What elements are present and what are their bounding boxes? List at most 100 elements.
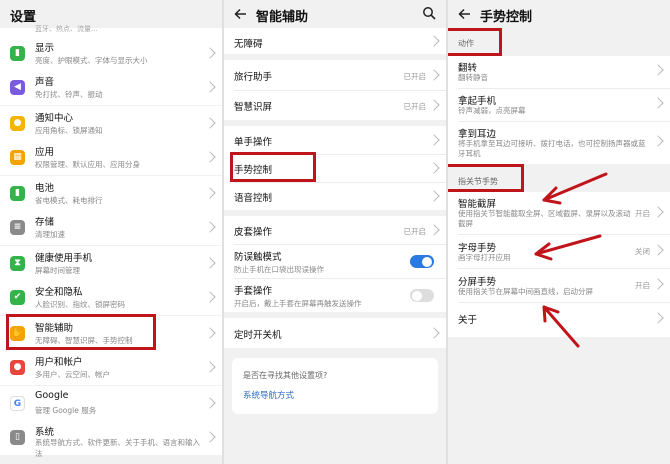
item-label: 定时开关机 bbox=[234, 330, 282, 341]
highlight-box bbox=[6, 314, 156, 350]
item-label: 应用 bbox=[35, 147, 55, 158]
sound-icon: ◀ bbox=[10, 80, 25, 95]
chevron-right-icon bbox=[428, 162, 440, 174]
item-label: 关于 bbox=[458, 315, 478, 326]
sidebar-item-0[interactable]: ▮ 显示 亮度、护眼模式、字体与显示大小 bbox=[0, 36, 222, 71]
list-item-glove-mode: 手套操作 开启后，戴上手套在屏幕再触发送操作 bbox=[224, 278, 446, 312]
top-fragment-row: 蓝牙、热点、流量... bbox=[0, 25, 222, 36]
item-label: 用户和帐户 bbox=[35, 357, 83, 368]
chevron-right-icon bbox=[204, 431, 216, 443]
chevron-right-icon bbox=[204, 327, 216, 339]
item-status: 开启 bbox=[635, 281, 650, 290]
item-status: 已开启 bbox=[403, 227, 427, 236]
item-label: 通知中心 bbox=[35, 113, 74, 124]
sidebar-item-10[interactable]: G Google 管理 Google 服务 bbox=[0, 386, 222, 421]
list-item-pick-up[interactable]: 拿起手机 铃声减弱，点亮屏幕 bbox=[448, 89, 670, 119]
google-icon: G bbox=[10, 396, 25, 411]
chevron-right-icon bbox=[652, 244, 664, 256]
divider bbox=[458, 302, 670, 303]
page-title: 手势控制 bbox=[480, 10, 533, 25]
item-subtitle: 权限管理、默认应用、应用分身 bbox=[35, 160, 140, 169]
item-label: 拿到耳边 bbox=[458, 129, 497, 140]
chevron-right-icon bbox=[652, 312, 664, 324]
shield-icon: ✔ bbox=[10, 290, 25, 305]
page-title: 设置 bbox=[10, 10, 37, 25]
item-status: 已开启 bbox=[403, 72, 427, 81]
sidebar-item-3[interactable]: ▦ 应用权限管理、默认应用、应用分身 bbox=[0, 140, 222, 175]
chevron-right-icon bbox=[652, 278, 664, 290]
top-fragment: 蓝牙、热点、流量... bbox=[35, 25, 98, 33]
chevron-right-icon bbox=[204, 81, 216, 93]
item-label: Google bbox=[35, 390, 69, 401]
item-label: 拿起手机 bbox=[458, 96, 497, 107]
list-item-cover-operation[interactable]: 皮套操作 已开启 bbox=[224, 216, 446, 244]
item-subtitle: 免打扰、铃声、振动 bbox=[35, 90, 103, 99]
item-status: 关闭 bbox=[635, 247, 650, 256]
chevron-right-icon bbox=[204, 361, 216, 373]
glove-mode-toggle[interactable] bbox=[410, 289, 434, 302]
sidebar-item-1[interactable]: ◀ 声音 免打扰、铃声、振动 bbox=[0, 70, 222, 105]
list-item-travel-assistant[interactable]: 旅行助手 已开启 bbox=[224, 60, 446, 90]
chevron-right-icon bbox=[204, 151, 216, 163]
back-arrow-icon[interactable] bbox=[458, 7, 472, 21]
sidebar-item-4[interactable]: ▮ 电池 省电模式、耗电排行 bbox=[0, 176, 222, 211]
list-item-one-hand[interactable]: 单手操作 bbox=[224, 126, 446, 154]
anti-mistouch-toggle[interactable] bbox=[410, 255, 434, 268]
item-label: 语音控制 bbox=[234, 193, 273, 204]
list-item-raise-to-ear[interactable]: 拿到耳边 将手机拿至耳边可接听、拨打电话，也可控制扬声器或蓝牙耳机 bbox=[448, 122, 670, 164]
list-item-accessibility[interactable]: 无障碍 bbox=[224, 28, 446, 54]
actions-group: 翻转 翻转静音 拿起手机 铃声减弱，点亮屏幕 拿到耳边 将手机拿至耳边可接听、拨… bbox=[448, 56, 670, 164]
list-item-smart-screenshot[interactable]: 智能截屏 使用指关节智能截取全屏、区域截屏、录屏以及滚动截屏 开启 bbox=[448, 192, 670, 234]
chevron-right-icon bbox=[428, 99, 440, 111]
settings-panel: 设置 蓝牙、热点、流量... ▮ 显示 亮度、护眼模式、字体与显示大小 ◀ 声音 免打扰、… bbox=[0, 0, 222, 464]
highlight-box bbox=[448, 28, 502, 56]
item-label: 智能截屏 bbox=[458, 199, 497, 210]
chevron-right-icon bbox=[204, 47, 216, 59]
chevron-right-icon bbox=[428, 35, 440, 47]
apps-icon: ▦ bbox=[10, 150, 25, 165]
list-item-scheduled-power[interactable]: 定时开关机 bbox=[224, 318, 446, 348]
list-item-flip[interactable]: 翻转 翻转静音 bbox=[448, 56, 670, 86]
storage-icon: ≡ bbox=[10, 220, 25, 235]
item-status: 已开启 bbox=[403, 102, 427, 111]
list-item-voice-control[interactable]: 语音控制 bbox=[224, 182, 446, 210]
sidebar-item-5[interactable]: ≡ 存储 清理加速 bbox=[0, 210, 222, 245]
back-arrow-icon[interactable] bbox=[234, 7, 248, 21]
sidebar-item-9[interactable]: ● 用户和帐户 多用户、云空间、帐户 bbox=[0, 350, 222, 385]
chevron-right-icon bbox=[204, 291, 216, 303]
item-subtitle: 使用指关节在屏幕中间画直线，启动分屏 bbox=[458, 287, 593, 296]
search-icon[interactable] bbox=[422, 6, 436, 20]
smart-assist-header: 智能辅助 bbox=[224, 0, 446, 28]
item-subtitle: 防止手机在口袋出现误操作 bbox=[234, 265, 324, 274]
item-label: 分屏手势 bbox=[458, 277, 497, 288]
list-item-letter-gesture[interactable]: 字母手势 画字母打开应用 关闭 bbox=[448, 236, 670, 266]
suggestion-card: 是否在寻找其他设置项? 系统导航方式 bbox=[232, 358, 438, 414]
item-subtitle: 将手机拿至耳边可接听、拨打电话，也可控制扬声器或蓝牙耳机 bbox=[458, 139, 646, 158]
gesture-control-header: 手势控制 bbox=[448, 0, 670, 28]
item-label: 手套操作 bbox=[234, 286, 273, 297]
list-item-smart-screen[interactable]: 智慧识屏 已开启 bbox=[224, 90, 446, 120]
group-2: 旅行助手 已开启 智慧识屏 已开启 bbox=[224, 60, 446, 120]
item-subtitle: 翻转静音 bbox=[458, 73, 488, 82]
battery-icon: ▮ bbox=[10, 186, 25, 201]
chevron-right-icon bbox=[428, 224, 440, 236]
chevron-right-icon bbox=[428, 134, 440, 146]
chevron-right-icon bbox=[428, 69, 440, 81]
item-subtitle: 系统导航方式、软件更新、关于手机、语言和输入法 bbox=[35, 438, 200, 458]
chevron-right-icon bbox=[204, 117, 216, 129]
chevron-right-icon bbox=[204, 397, 216, 409]
user-icon: ● bbox=[10, 360, 25, 375]
sidebar-item-6[interactable]: ⧗ 健康使用手机 屏幕时间管理 bbox=[0, 246, 222, 281]
item-label: 皮套操作 bbox=[234, 227, 273, 238]
item-label: 显示 bbox=[35, 43, 55, 54]
item-label: 单手操作 bbox=[234, 137, 273, 148]
sidebar-item-2[interactable]: ● 通知中心 应用角标、锁屏通知 bbox=[0, 106, 222, 141]
list-item-split-screen-gesture[interactable]: 分屏手势 使用指关节在屏幕中间画直线，启动分屏 开启 bbox=[448, 270, 670, 300]
sidebar-item-7[interactable]: ✔ 安全和隐私 人脸识别、指纹、锁屏密码 bbox=[0, 280, 222, 315]
list-item-about[interactable]: 关于 bbox=[448, 304, 670, 334]
item-subtitle: 人脸识别、指纹、锁屏密码 bbox=[35, 300, 125, 309]
item-subtitle: 应用角标、锁屏通知 bbox=[35, 126, 103, 135]
chevron-right-icon bbox=[652, 206, 664, 218]
system-navigation-link[interactable]: 系统导航方式 bbox=[243, 389, 294, 401]
sidebar-item-11[interactable]: ▯ 系统 系统导航方式、软件更新、关于手机、语言和输入法 bbox=[0, 420, 222, 458]
